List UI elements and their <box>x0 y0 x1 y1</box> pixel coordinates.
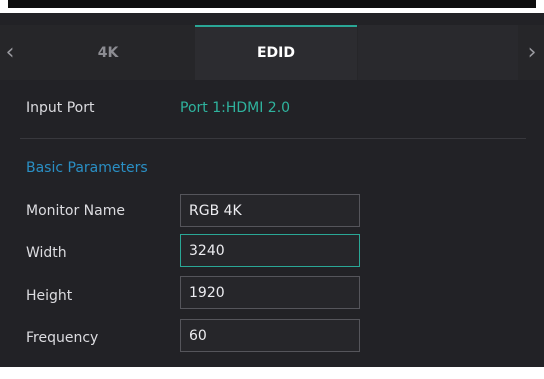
section-divider <box>20 138 526 139</box>
tab-bar: ‹ 4K EDID › <box>0 25 544 80</box>
input-port-value: Port 1:HDMI 2.0 <box>180 100 291 116</box>
frequency-input[interactable] <box>180 319 360 352</box>
chevron-left-icon[interactable]: ‹ <box>0 25 20 80</box>
height-label: Height <box>26 288 73 304</box>
screenshot-frame: ‹ 4K EDID › Input Port Port 1:HDMI 2.0 B… <box>0 0 544 379</box>
chevron-right-icon[interactable]: › <box>522 25 542 80</box>
monitor-name-input[interactable] <box>180 194 360 227</box>
tab-4k[interactable]: 4K <box>22 25 194 80</box>
input-port-label: Input Port <box>26 100 95 116</box>
tab-empty[interactable] <box>358 25 518 80</box>
height-input[interactable] <box>180 276 360 309</box>
bottom-margin <box>0 367 544 379</box>
width-label: Width <box>26 245 67 261</box>
monitor-name-label: Monitor Name <box>26 203 125 219</box>
frequency-label: Frequency <box>26 330 99 346</box>
tab-edid[interactable]: EDID <box>195 25 357 80</box>
basic-parameters-title: Basic Parameters <box>26 160 148 176</box>
width-input[interactable] <box>180 234 360 267</box>
top-border <box>8 0 536 8</box>
